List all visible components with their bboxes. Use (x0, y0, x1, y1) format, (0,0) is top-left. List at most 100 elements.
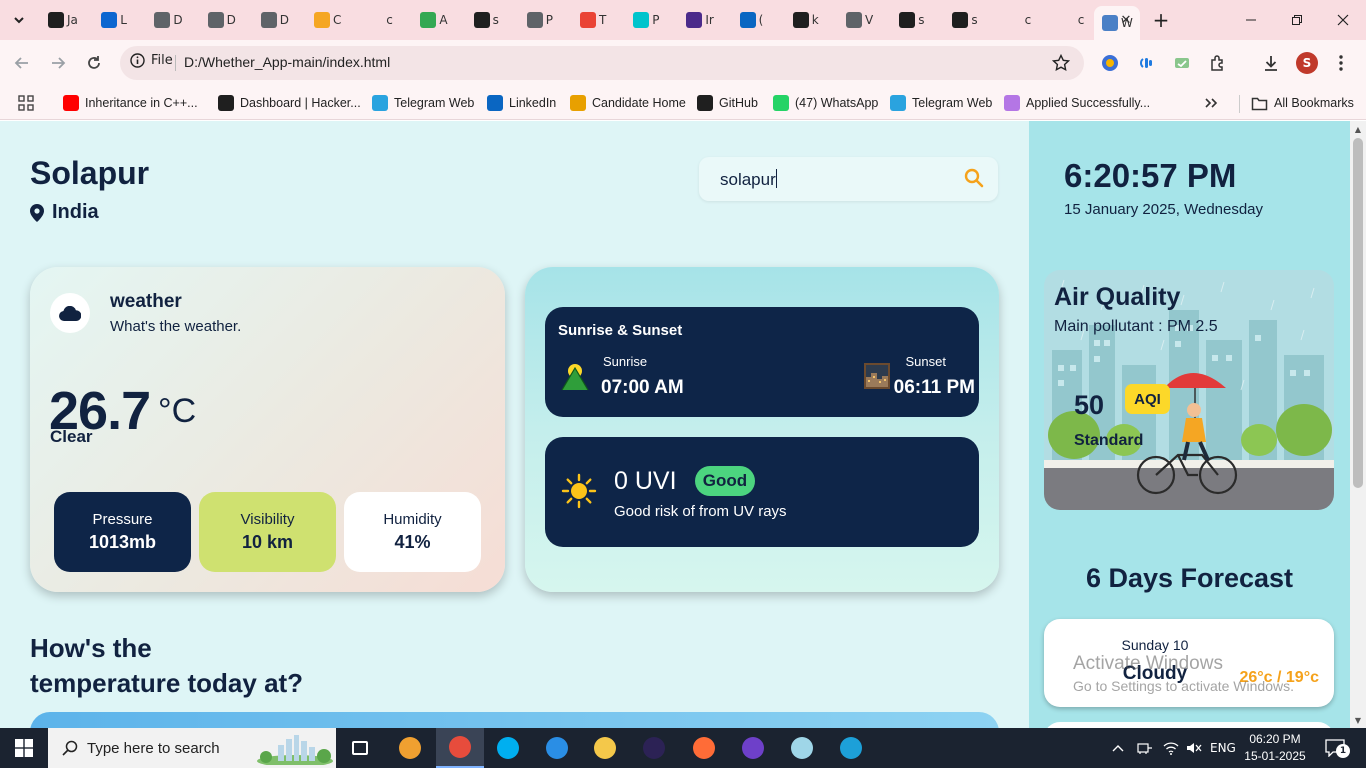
bookmarks-overflow-button[interactable] (1204, 92, 1218, 114)
close-window-button[interactable] (1320, 0, 1366, 40)
taskbar-app-eclipse[interactable] (630, 728, 678, 768)
tab-6[interactable]: c (359, 6, 410, 34)
bookmark-item[interactable]: Inheritance in C++... (63, 92, 198, 114)
tab-active[interactable]: W ✕ (1094, 6, 1140, 40)
city-name: Solapur (30, 155, 150, 191)
tab-10[interactable]: T (572, 6, 623, 34)
taskbar-app-github-desktop[interactable] (729, 728, 777, 768)
aqi-level: Standard (1074, 432, 1144, 449)
search-button[interactable] (964, 168, 984, 188)
reload-button[interactable] (82, 51, 106, 75)
bookmark-item[interactable]: Dashboard | Hacker... (218, 92, 361, 114)
bookmark-item[interactable]: GitHub (697, 92, 758, 114)
bookmark-label: Telegram Web (912, 96, 993, 110)
taskbar-app-vscode[interactable] (533, 728, 581, 768)
bookmark-item[interactable]: Telegram Web (890, 92, 992, 114)
tab-12[interactable]: Ir (678, 6, 729, 34)
profile-button[interactable]: S (1296, 52, 1318, 74)
input-language[interactable]: ENG (1210, 738, 1236, 758)
taskbar-app-notepad[interactable] (778, 728, 826, 768)
taskbar-clock[interactable]: 06:20 PM 15-01-2025 (1240, 731, 1310, 765)
downloads-button[interactable] (1260, 52, 1282, 74)
cloud-icon (59, 305, 81, 321)
notification-count-badge: 1 (1336, 744, 1350, 758)
tab-label: c (1024, 13, 1032, 27)
apps-button[interactable] (17, 92, 35, 114)
tab-1[interactable]: L (93, 6, 144, 34)
network-adapter-icon[interactable] (1137, 738, 1153, 758)
extension-1-button[interactable] (1099, 52, 1121, 74)
scroll-thumb[interactable] (1353, 138, 1363, 488)
tab-3[interactable]: D (200, 6, 251, 34)
bookmark-item[interactable]: LinkedIn (487, 92, 556, 114)
extension-3-button[interactable] (1171, 52, 1193, 74)
tab-5[interactable]: C (306, 6, 357, 34)
all-bookmarks-button[interactable]: All Bookmarks (1251, 92, 1354, 114)
bookmark-item[interactable]: (47) WhatsApp (773, 92, 878, 114)
tab-17[interactable]: s (944, 6, 995, 34)
tab-7[interactable]: A (412, 6, 463, 34)
bookmark-item[interactable]: Telegram Web (372, 92, 474, 114)
tab-label: P (545, 13, 554, 27)
back-button[interactable] (10, 51, 34, 75)
volume-muted-icon[interactable] (1186, 738, 1202, 758)
url-text[interactable]: D:/Whether_App-main/index.html (184, 54, 390, 70)
browser-menu-button[interactable] (1330, 52, 1352, 74)
windows-taskbar: Type here to search ENG 06:20 PM 15-01-2… (0, 728, 1366, 768)
country-row: India (30, 201, 99, 224)
extension-2-button[interactable] (1135, 52, 1157, 74)
uv-description: Good risk of from UV rays (614, 503, 787, 520)
taskbar-app-task-view[interactable] (336, 728, 384, 768)
bookmark-star-button[interactable] (1052, 54, 1070, 72)
aqi-value: 50 (1074, 390, 1105, 420)
show-hidden-icons-button[interactable] (1112, 738, 1124, 758)
minimize-icon (1246, 19, 1256, 21)
forward-button[interactable] (46, 51, 70, 75)
site-info-chip[interactable]: File (130, 53, 173, 68)
extensions-menu-button[interactable] (1207, 52, 1229, 74)
wifi-icon[interactable] (1163, 738, 1179, 758)
taskbar-app-git[interactable] (386, 728, 434, 768)
scroll-down-button[interactable]: ▼ (1350, 712, 1366, 728)
taskbar-app-skype[interactable] (484, 728, 532, 768)
reload-icon (88, 56, 100, 69)
close-icon (1337, 14, 1349, 26)
star-icon (1052, 54, 1070, 72)
new-tab-button[interactable]: + (1149, 8, 1173, 32)
globe-icon (154, 12, 171, 28)
scroll-up-button[interactable]: ▲ (1350, 121, 1366, 137)
taskbar-search-box[interactable]: Type here to search (48, 728, 336, 768)
tab-2[interactable]: D (146, 6, 197, 34)
bookmark-item[interactable]: Applied Successfully... (1004, 92, 1150, 114)
taskbar-search-placeholder: Type here to search (87, 739, 220, 757)
tab-14[interactable]: k (785, 6, 836, 34)
restore-button[interactable] (1274, 0, 1320, 40)
tab-16[interactable]: s (891, 6, 942, 34)
tab-11[interactable]: P (625, 6, 676, 34)
taskbar-app-chrome[interactable] (436, 728, 484, 768)
taskbar-app-edge[interactable] (827, 728, 875, 768)
minimize-button[interactable] (1228, 0, 1274, 40)
tab-15[interactable]: V (838, 6, 889, 34)
page-scrollbar[interactable]: ▲ ▼ (1350, 121, 1366, 728)
start-button[interactable] (0, 728, 48, 768)
tab-search-button[interactable] (7, 8, 31, 32)
tab-8[interactable]: s (466, 6, 517, 34)
taskbar-app-file-explorer[interactable] (581, 728, 629, 768)
address-bar[interactable]: File D:/Whether_App-main/index.html (120, 46, 1084, 80)
tab-9[interactable]: P (519, 6, 570, 34)
canva-icon (633, 12, 650, 28)
bookmark-item[interactable]: Candidate Home (570, 92, 686, 114)
notification-center-button[interactable]: 1 (1322, 738, 1350, 758)
tab-label: D (173, 13, 183, 27)
tab-13[interactable]: ( (732, 6, 783, 34)
tab-18[interactable]: c (998, 6, 1049, 34)
city-search-field[interactable]: solapur (699, 157, 998, 201)
tab-4[interactable]: D (253, 6, 304, 34)
tab-0[interactable]: Ja (40, 6, 91, 34)
text-caret (775, 169, 777, 188)
uv-index-value: 0 UVI (614, 467, 677, 495)
tab-close-button[interactable]: ✕ (1118, 12, 1134, 28)
search-input[interactable]: solapur (720, 169, 777, 190)
taskbar-app-postman[interactable] (680, 728, 728, 768)
